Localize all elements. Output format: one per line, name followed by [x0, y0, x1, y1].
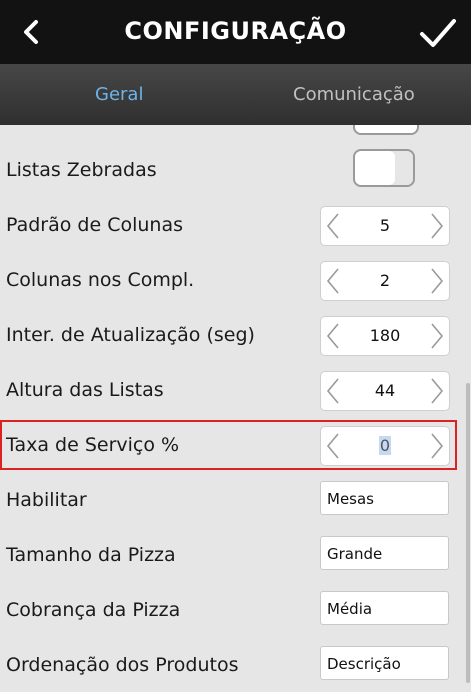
altura-listas-stepper: 44 — [320, 371, 450, 411]
habilitar-field[interactable]: Mesas — [320, 481, 449, 515]
tamanho-pizza-field[interactable]: Grande — [320, 536, 449, 570]
intervalo-stepper: 180 — [320, 316, 450, 356]
check-icon[interactable] — [418, 16, 458, 50]
chevron-left-icon[interactable] — [325, 377, 341, 405]
setting-label: Padrão de Colunas — [6, 214, 184, 236]
highlight-box — [0, 420, 457, 470]
row-colunas-compl: Colunas nos Compl. 2 — [0, 255, 471, 309]
chevron-right-icon[interactable] — [429, 212, 445, 240]
colunas-compl-stepper: 2 — [320, 261, 450, 301]
listas-zebradas-toggle[interactable] — [353, 149, 415, 187]
setting-label: Listas Zebradas — [6, 159, 157, 181]
chevron-left-icon[interactable] — [325, 322, 341, 350]
chevron-left-icon[interactable] — [325, 212, 341, 240]
chevron-right-icon[interactable] — [429, 267, 445, 295]
tab-bar: Geral Comunicação — [0, 64, 471, 125]
chevron-right-icon[interactable] — [429, 377, 445, 405]
row-ordenacao: Ordenação dos Produtos Descrição — [0, 640, 471, 692]
page-title: CONFIGURAÇÃO — [124, 17, 347, 45]
setting-label: Habilitar — [6, 489, 87, 511]
setting-label: Cobrança da Pizza — [6, 599, 181, 621]
row-tamanho-pizza: Tamanho da Pizza Grande — [0, 530, 471, 584]
chevron-left-icon[interactable] — [325, 267, 341, 295]
row-intervalo: Inter. de Atualização (seg) 180 — [0, 310, 471, 364]
setting-label: Inter. de Atualização (seg) — [6, 324, 255, 346]
row-padrao-colunas: Padrão de Colunas 5 — [0, 200, 471, 254]
setting-label: Altura das Listas — [6, 379, 164, 401]
row-altura-listas: Altura das Listas 44 — [0, 365, 471, 419]
setting-label: Tamanho da Pizza — [6, 544, 176, 566]
stepper-value[interactable]: 180 — [345, 326, 425, 345]
app-header: CONFIGURAÇÃO — [0, 0, 471, 64]
settings-list[interactable]: Listas Zebradas Padrão de Colunas 5 Colu… — [0, 125, 471, 692]
tab-geral[interactable]: Geral — [95, 84, 143, 105]
scrollbar[interactable] — [466, 383, 470, 683]
padrao-colunas-stepper: 5 — [320, 206, 450, 246]
tab-comunicacao[interactable]: Comunicação — [293, 84, 415, 105]
stepper-value[interactable]: 2 — [345, 271, 425, 290]
stepper-value[interactable]: 5 — [345, 216, 425, 235]
setting-label: Colunas nos Compl. — [6, 269, 195, 291]
row-cobranca-pizza: Cobrança da Pizza Média — [0, 585, 471, 639]
stepper-value[interactable]: 44 — [345, 381, 425, 400]
row-listas-zebradas: Listas Zebradas — [0, 145, 471, 199]
partial-toggle[interactable] — [353, 125, 419, 135]
ordenacao-field[interactable]: Descrição — [320, 646, 449, 680]
chevron-right-icon[interactable] — [429, 322, 445, 350]
cobranca-pizza-field[interactable]: Média — [320, 591, 449, 625]
row-habilitar: Habilitar Mesas — [0, 475, 471, 529]
setting-label: Ordenação dos Produtos — [6, 654, 239, 676]
